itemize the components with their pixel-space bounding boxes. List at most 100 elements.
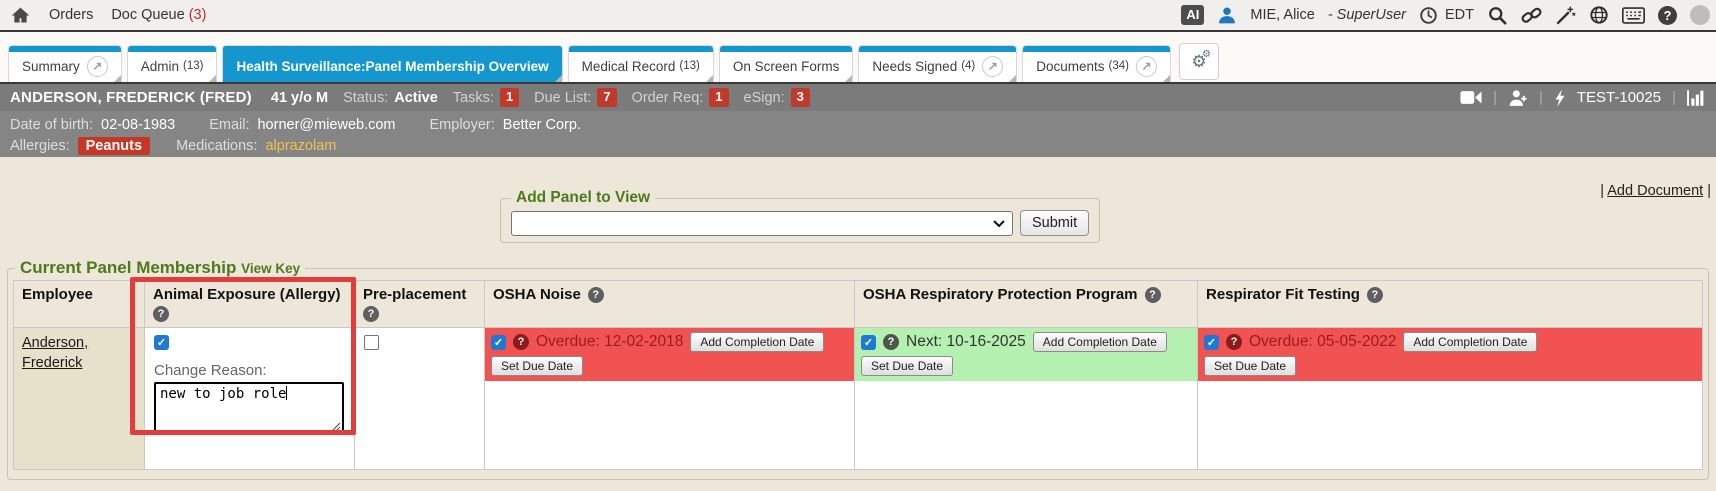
col-animal-exposure: Animal Exposure (Allergy) [145,281,355,328]
col-employee-label: Employee [22,286,93,303]
respirator-fit-checkbox[interactable] [1204,335,1219,350]
panel-select-dropdown[interactable] [511,211,1013,236]
tab-admin-label: Admin [141,59,179,74]
patient-details-row-2: Allergies: Peanuts Medications: alprazol… [10,135,1706,156]
table-row: Anderson, Frederick Change Reason: new t… [14,328,1703,470]
patient-age-sex: 41 y/o M [271,90,328,106]
osha-respiratory-checkbox[interactable] [861,335,876,350]
status-word: Overdue: [536,333,600,350]
tab-needs-signed-count: (4) [961,60,975,72]
order-req-indicator[interactable]: Order Req: 1 [632,88,729,106]
resize-grip-icon [331,422,341,432]
tab-summary[interactable]: Summary [8,45,122,82]
tab-documents-label: Documents [1036,59,1104,74]
tasks-indicator[interactable]: Tasks: 1 [453,88,519,106]
tab-needs-signed[interactable]: Needs Signed (4) [858,45,1017,82]
popout-icon[interactable] [982,56,1003,77]
clock-icon[interactable] [1419,6,1438,25]
menu-doc-queue[interactable]: Doc Queue (3) [111,7,206,23]
medications-label: Medications: [176,138,257,154]
set-due-date-button[interactable]: Set Due Date [491,356,583,376]
employee-link[interactable]: Anderson, Frederick [22,334,122,373]
osha-noise-status-block: Overdue: 12-02-2018 Add Completion Date … [485,328,854,381]
status-date: 12-02-2018 [604,333,683,350]
help-icon[interactable] [1658,6,1677,25]
keyboard-icon[interactable] [1622,7,1645,24]
due-list-count-badge[interactable]: 7 [597,88,616,106]
change-reason-textarea[interactable]: new to job role [154,382,344,435]
add-panel-legend: Add Panel to View [511,189,655,207]
top-menu-bar: Orders Doc Queue (3) AI MIE, Alice - Sup… [0,0,1716,32]
top-menu-right: AI MIE, Alice - SuperUser EDT [1181,5,1710,26]
view-key-link[interactable]: View Key [241,261,300,276]
wand-icon[interactable] [1555,5,1576,26]
animal-exposure-checkbox[interactable] [154,335,169,350]
change-reason-label: Change Reason: [154,362,345,379]
tasks-count-badge[interactable]: 1 [500,88,519,106]
timezone-label[interactable]: EDT [1445,7,1474,23]
add-person-icon[interactable] [1508,88,1528,108]
tab-on-screen-forms[interactable]: On Screen Forms [719,45,854,82]
animal-exposure-cell: Change Reason: new to job role [145,328,355,470]
employer-label: Employer: [430,117,495,133]
status-label: Status: [343,90,388,106]
current-panel-membership-fieldset: Current Panel Membership View Key Employ… [7,258,1709,480]
tab-documents[interactable]: Documents (34) [1022,45,1171,82]
pipe: | [1707,183,1711,199]
menu-orders[interactable]: Orders [49,7,93,23]
video-camera-icon[interactable] [1460,90,1482,105]
user-name[interactable]: MIE, Alice [1250,7,1314,23]
add-document-link[interactable]: Add Document [1607,183,1703,199]
allergy-badge[interactable]: Peanuts [78,137,150,155]
popout-icon[interactable] [87,56,108,77]
bar-chart-icon[interactable] [1687,90,1706,106]
tab-health-surveillance-panel-membership[interactable]: Health Surveillance:Panel Membership Ove… [222,45,562,82]
esign-count-badge[interactable]: 3 [791,88,810,106]
current-panel-membership-legend: Current Panel Membership View Key [15,258,305,278]
user-role: - SuperUser [1328,7,1406,23]
tab-medical-record[interactable]: Medical Record (13) [568,45,714,82]
due-list-indicator[interactable]: Due List: 7 [534,88,616,106]
tab-settings-button[interactable]: ⚙ ⚙ [1179,43,1219,80]
tab-documents-count: (34) [1109,60,1129,72]
pre-placement-checkbox[interactable] [364,335,379,350]
order-req-count-badge[interactable]: 1 [709,88,728,106]
home-icon[interactable] [10,5,31,26]
submit-button[interactable]: Submit [1020,210,1089,236]
col-osha-respiratory-label: OSHA Respiratory Protection Program [863,286,1138,303]
esign-indicator[interactable]: eSign: 3 [744,88,810,106]
patient-status: Status: Active [343,90,438,106]
osha-respiratory-cell: Next: 10-16-2025 Add Completion Date Set… [855,328,1198,470]
medications-value[interactable]: alprazolam [265,138,336,154]
esign-label: eSign: [744,90,785,106]
set-due-date-button[interactable]: Set Due Date [1204,356,1296,376]
column-help-icon[interactable] [1367,287,1383,303]
add-completion-date-button[interactable]: Add Completion Date [690,332,824,352]
popout-icon[interactable] [1136,56,1157,77]
globe-icon[interactable] [1589,5,1609,25]
add-completion-date-button[interactable]: Add Completion Date [1403,332,1537,352]
tab-admin[interactable]: Admin (13) [127,45,218,82]
status-date: 10-16-2025 [947,333,1026,350]
ai-badge[interactable]: AI [1181,5,1204,25]
column-help-icon[interactable] [1145,287,1161,303]
link-icon[interactable] [1521,5,1542,26]
status-word: Overdue: [1249,333,1313,350]
osha-respiratory-status-block: Next: 10-16-2025 Add Completion Date Set… [855,328,1197,381]
status-help-icon[interactable] [513,334,529,350]
tasks-label: Tasks: [453,90,494,106]
osha-noise-checkbox[interactable] [491,335,506,350]
set-due-date-button[interactable]: Set Due Date [861,356,953,376]
column-help-icon[interactable] [588,287,604,303]
column-help-icon[interactable] [363,306,379,322]
status-help-icon[interactable] [1226,334,1242,350]
status-help-icon[interactable] [883,334,899,350]
panel-membership-table: Employee Animal Exposure (Allergy) Pre-p… [13,280,1703,470]
col-respirator-fit: Respirator Fit Testing [1198,281,1703,328]
lightning-bolt-icon[interactable] [1554,89,1566,107]
column-help-icon[interactable] [153,306,169,322]
search-icon[interactable] [1487,5,1508,26]
text-caret [286,386,287,400]
add-completion-date-button[interactable]: Add Completion Date [1033,332,1167,352]
add-panel-to-view-fieldset: Add Panel to View Submit [500,189,1100,243]
